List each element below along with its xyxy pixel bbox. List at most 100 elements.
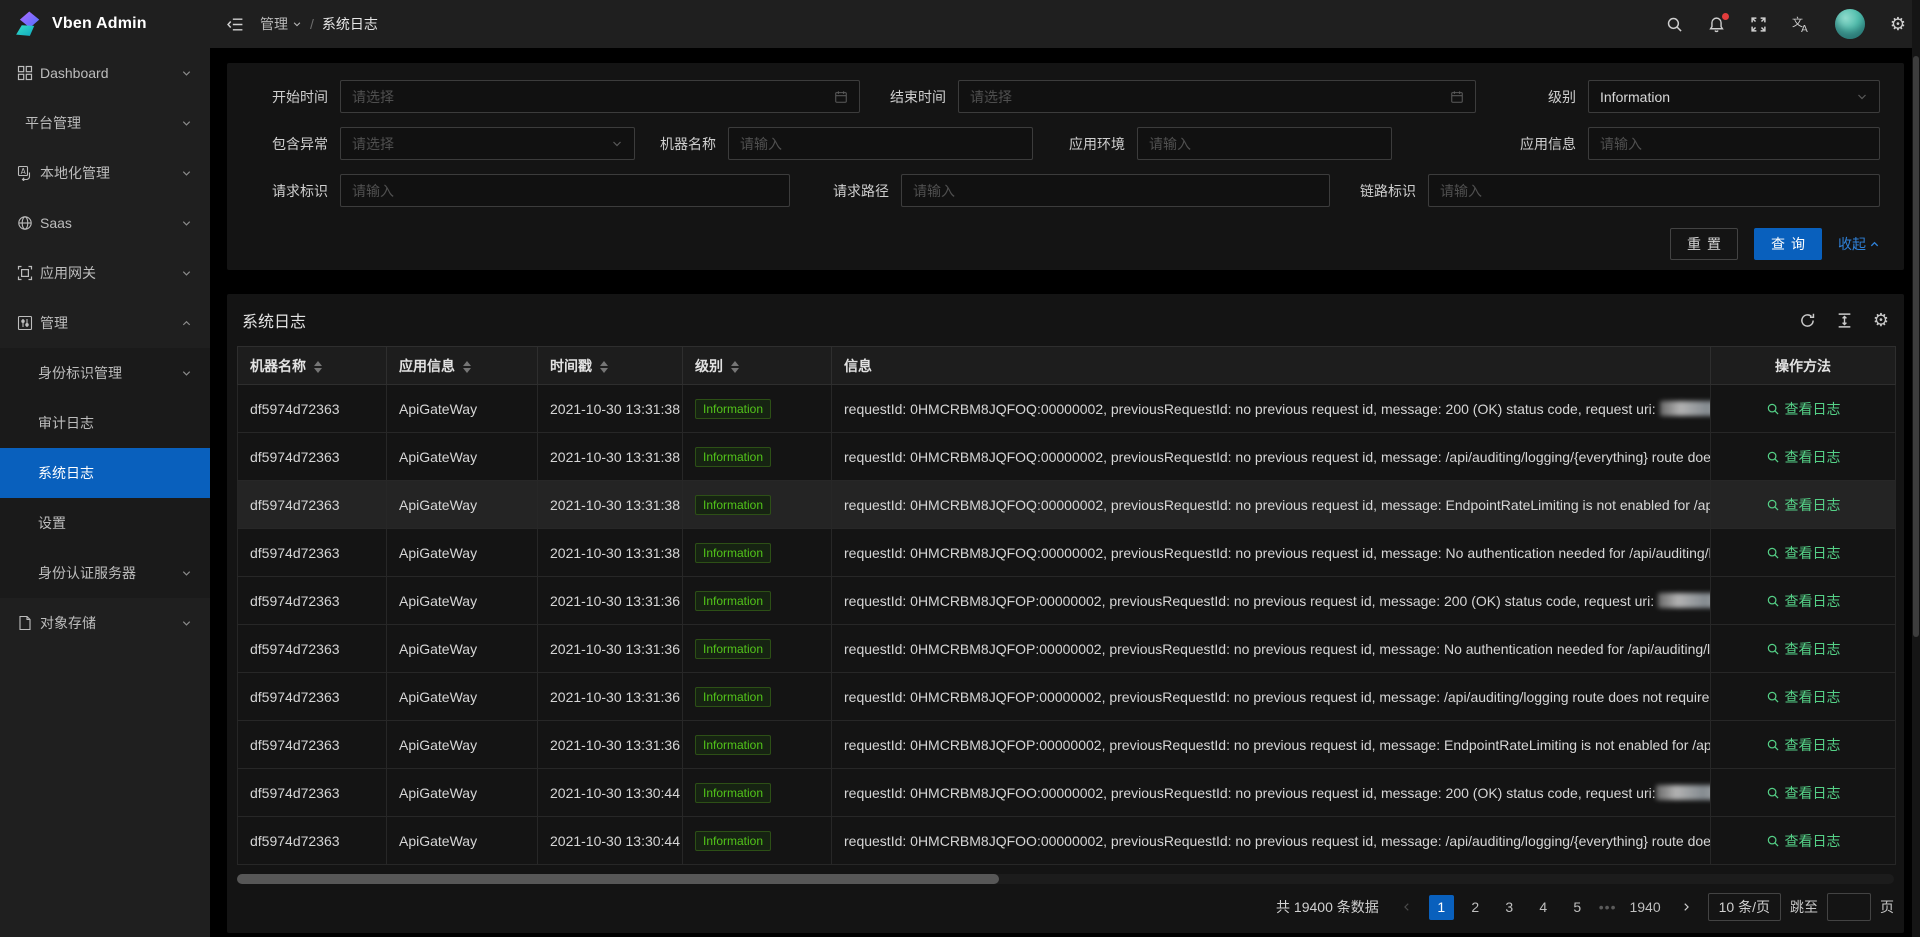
sidebar-item-label: 应用网关 [40, 263, 181, 283]
view-log-link[interactable]: 查看日志 [1766, 447, 1841, 467]
window-scrollbar[interactable] [1912, 0, 1920, 937]
reset-button[interactable]: 重置 [1670, 228, 1738, 260]
machine-input[interactable]: 请输入 [728, 127, 1033, 160]
column-header-3[interactable]: 时间戳 [538, 347, 683, 385]
column-header-4[interactable]: 级别 [683, 347, 832, 385]
sidebar-item-storage[interactable]: 对象存储 [0, 598, 210, 648]
page-button-1[interactable]: 1 [1429, 895, 1454, 920]
page-button-1940[interactable]: 1940 [1625, 895, 1664, 920]
page-button-3[interactable]: 3 [1497, 895, 1522, 920]
message-cell: requestId: 0HMCRBM8JQFOP:00000002, previ… [832, 625, 1711, 673]
sidebar-item-dashboard[interactable]: Dashboard [0, 48, 210, 98]
next-page-button[interactable] [1674, 895, 1699, 920]
exception-select[interactable]: 请选择 [340, 127, 635, 160]
sidebar-item-settings[interactable]: 设置 [0, 498, 210, 548]
page-button-4[interactable]: 4 [1531, 895, 1556, 920]
app-info-input[interactable]: 请输入 [1588, 127, 1880, 160]
field-trace-id: 链路标识 请输入 [1360, 174, 1880, 207]
sidebar-item-gateway[interactable]: 应用网关 [0, 248, 210, 298]
end-time-input[interactable]: 请选择 [958, 80, 1476, 113]
sidebar-item-label: Dashboard [40, 65, 181, 81]
breadcrumb-current: 系统日志 [322, 14, 378, 34]
environment-input[interactable]: 请输入 [1137, 127, 1392, 160]
message-cell: requestId: 0HMCRBM8JQFOO:00000002, previ… [832, 817, 1711, 865]
app-cell: ApiGateWay [387, 721, 538, 769]
view-log-link[interactable]: 查看日志 [1766, 783, 1841, 803]
request-id-input[interactable]: 请输入 [340, 174, 790, 207]
sidebar: Vben Admin Dashboard 平台管理A本地化管理Saas 应用网关管理… [0, 0, 210, 937]
pagination-ellipsis[interactable]: ••• [1599, 899, 1617, 915]
sidebar-item-label: 本地化管理 [40, 163, 181, 183]
view-log-link[interactable]: 查看日志 [1766, 399, 1841, 419]
timestamp-cell: 2021-10-30 13:31:36 [538, 625, 683, 673]
action-cell: 查看日志 [1711, 721, 1896, 769]
logo[interactable]: Vben Admin [0, 0, 210, 48]
column-header-1[interactable]: 机器名称 [238, 347, 387, 385]
column-header-2[interactable]: 应用信息 [387, 347, 538, 385]
collapse-filter-link[interactable]: 收起 [1838, 234, 1880, 254]
sidebar-item-saas[interactable]: Saas [0, 198, 210, 248]
chevron-down-icon [1856, 91, 1868, 103]
breadcrumb-parent[interactable]: 管理 [260, 14, 302, 34]
jump-label: 跳至 [1790, 897, 1818, 917]
view-log-link[interactable]: 查看日志 [1766, 831, 1841, 851]
view-log-link[interactable]: 查看日志 [1766, 735, 1841, 755]
breadcrumb: 管理 / 系统日志 [260, 14, 378, 34]
horizontal-scrollbar[interactable] [237, 874, 1894, 884]
sidebar-item-auth-server[interactable]: 身份认证服务器 [0, 548, 210, 598]
action-cell: 查看日志 [1711, 769, 1896, 817]
trace-id-input[interactable]: 请输入 [1428, 174, 1880, 207]
sidebar-item-platform[interactable]: 平台管理 [0, 98, 210, 148]
request-path-input[interactable]: 请输入 [901, 174, 1330, 207]
prev-page-button[interactable] [1395, 895, 1420, 920]
search-icon[interactable] [1666, 16, 1683, 33]
menu-fold-icon[interactable] [218, 0, 252, 48]
search-icon [1766, 738, 1780, 752]
refresh-icon[interactable] [1799, 312, 1816, 329]
chevron-down-icon [181, 368, 192, 379]
page-button-5[interactable]: 5 [1565, 895, 1590, 920]
content: 开始时间 请选择 结束时间 请选择 [210, 48, 1920, 937]
notification-bell-icon[interactable] [1708, 16, 1725, 33]
sort-icon[interactable] [600, 361, 608, 373]
search-button[interactable]: 查询 [1754, 228, 1822, 260]
table-header-row: 机器名称应用信息时间戳级别信息操作方法 [238, 347, 1896, 385]
view-log-link[interactable]: 查看日志 [1766, 495, 1841, 515]
gear-icon[interactable]: ⚙ [1890, 15, 1906, 33]
horizontal-scrollbar-thumb[interactable] [237, 874, 999, 884]
sidebar-item-identity[interactable]: 身份标识管理 [0, 348, 210, 398]
chevron-down-icon [181, 68, 192, 79]
view-log-link[interactable]: 查看日志 [1766, 687, 1841, 707]
window-scrollbar-thumb[interactable] [1913, 56, 1919, 637]
field-start-time: 开始时间 请选择 [251, 80, 860, 113]
page-button-2[interactable]: 2 [1463, 895, 1488, 920]
view-log-link[interactable]: 查看日志 [1766, 591, 1841, 611]
level-select[interactable]: Information [1588, 80, 1880, 113]
message-cell: requestId: 0HMCRBM8JQFOP:00000002, previ… [832, 577, 1711, 625]
level-badge: Information [695, 639, 771, 659]
message-cell: requestId: 0HMCRBM8JQFOQ:00000002, previ… [832, 529, 1711, 577]
start-time-input[interactable]: 请选择 [340, 80, 860, 113]
sidebar-item-system-log[interactable]: 系统日志 [0, 448, 210, 498]
sidebar-item-label: 系统日志 [38, 463, 192, 483]
pagination-total: 共 19400 条数据 [1276, 897, 1379, 917]
table-toolbar: ⚙ [1799, 311, 1889, 329]
sidebar-item-audit-log[interactable]: 审计日志 [0, 398, 210, 448]
view-log-link[interactable]: 查看日志 [1766, 639, 1841, 659]
level-badge: Information [695, 687, 771, 707]
fullscreen-icon[interactable] [1750, 16, 1767, 33]
calendar-icon [1450, 90, 1464, 104]
sort-icon[interactable] [314, 361, 322, 373]
sort-icon[interactable] [731, 361, 739, 373]
sort-icon[interactable] [463, 361, 471, 373]
row-height-icon[interactable] [1836, 312, 1853, 329]
sidebar-item-locale[interactable]: A本地化管理 [0, 148, 210, 198]
table-settings-gear-icon[interactable]: ⚙ [1873, 311, 1889, 329]
sidebar-item-manage[interactable]: 管理 [0, 298, 210, 348]
avatar[interactable] [1835, 9, 1865, 39]
page-jump-input[interactable] [1827, 893, 1871, 921]
translate-icon[interactable]: 文 A [1792, 15, 1810, 33]
search-icon [1766, 834, 1780, 848]
view-log-link[interactable]: 查看日志 [1766, 543, 1841, 563]
page-size-select[interactable]: 10 条/页 [1708, 893, 1781, 921]
